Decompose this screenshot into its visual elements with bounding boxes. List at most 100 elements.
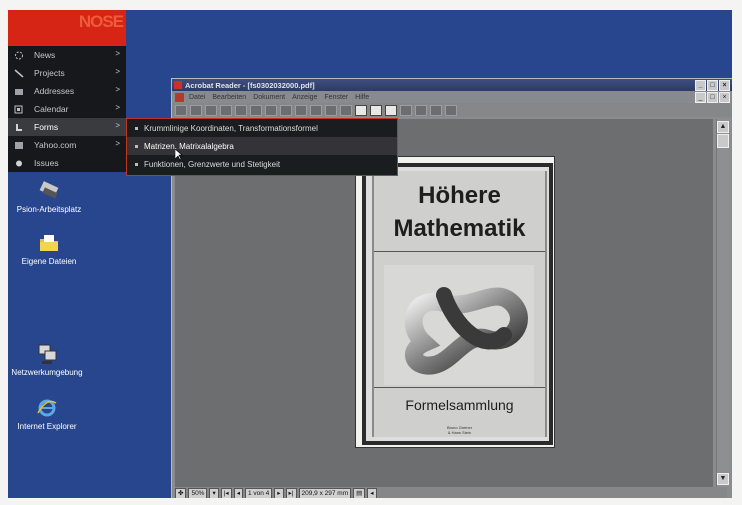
first-page-icon[interactable]: [265, 104, 277, 116]
folder-icon: [38, 232, 60, 254]
scroll-left-button[interactable]: ◂: [367, 487, 377, 498]
close-button[interactable]: ×: [719, 80, 730, 91]
menu-hilfe[interactable]: Hilfe: [355, 94, 369, 101]
knot-image: [384, 265, 534, 385]
prev-page-button[interactable]: ◂: [233, 487, 243, 498]
desktop-icon-ie[interactable]: Internet Explorer: [8, 397, 86, 431]
bullet-icon: [135, 126, 138, 130]
scroll-down-button[interactable]: ▼: [717, 473, 729, 485]
logo-text: NOSE: [78, 12, 124, 31]
desktop-icon-label: Eigene Dateien: [21, 257, 77, 266]
forward-icon[interactable]: [340, 104, 352, 116]
menu-item-news[interactable]: News >: [8, 46, 126, 64]
title-line-1: Höhere: [418, 182, 501, 209]
pdf-page: Höhere Mathematik Formelsammlung Bruno G…: [355, 156, 555, 448]
last-page-icon[interactable]: [310, 104, 322, 116]
doc-restore-button[interactable]: □: [707, 92, 718, 103]
menu-item-forms[interactable]: Forms >: [8, 118, 126, 136]
chevron-right-icon: >: [115, 85, 120, 94]
chevron-right-icon: >: [115, 49, 120, 58]
save-icon[interactable]: [205, 104, 217, 116]
menu-item-projects[interactable]: Projects >: [8, 64, 126, 82]
network-icon: [36, 343, 58, 365]
page-view-icon[interactable]: [445, 104, 457, 116]
zoom-field[interactable]: 50%: [188, 487, 208, 498]
forms-submenu: Krummlinige Koordinaten, Transformations…: [126, 118, 398, 176]
forms-icon: [16, 123, 22, 131]
document-authors: Bruno Greiner & Hans Stein: [374, 425, 545, 435]
document-title: Höhere Mathematik: [374, 179, 545, 245]
acrobat-app-icon: [174, 81, 182, 89]
back-icon[interactable]: [325, 104, 337, 116]
next-page-button[interactable]: ▸: [274, 487, 284, 498]
document-icon: [175, 92, 184, 102]
prev-page-icon[interactable]: [280, 104, 292, 116]
menu-dokument[interactable]: Dokument: [253, 94, 285, 101]
find-icon[interactable]: [400, 104, 412, 116]
acrobat-titlebar[interactable]: Acrobat Reader - [fs0302032000.pdf] _ □ …: [172, 79, 732, 91]
desktop-icon-netzwerk[interactable]: Netzwerkumgebung: [8, 343, 86, 377]
search-icon[interactable]: [415, 104, 427, 116]
minimize-button[interactable]: _: [695, 80, 706, 91]
menu-datei[interactable]: Datei: [189, 94, 205, 101]
zoom-dropdown-icon[interactable]: ▾: [209, 487, 219, 498]
yahoo-icon: [15, 141, 23, 149]
fit-page-icon[interactable]: [370, 104, 382, 116]
menu-item-issues[interactable]: Issues: [8, 154, 126, 172]
menu-fenster[interactable]: Fenster: [324, 94, 348, 101]
divider: [374, 251, 545, 252]
desktop: Psion-Arbeitsplatz Eigene Dateien Netzwe…: [8, 10, 732, 498]
hand-tool-icon[interactable]: [220, 104, 232, 116]
acrobat-toolbar: [172, 103, 732, 117]
bullet-icon: [135, 162, 138, 166]
desktop-icon-label: Internet Explorer: [17, 422, 77, 431]
menu-item-label: Yahoo.com: [34, 140, 77, 150]
submenu-item-funktionen[interactable]: Funktionen, Grenzwerte und Stetigkeit: [127, 155, 397, 173]
menu-anzeige[interactable]: Anzeige: [292, 94, 317, 101]
desktop-icon-label: Netzwerkumgebung: [11, 368, 83, 377]
submenu-item-matrizen[interactable]: Matrizen, Matrixalalgebra: [127, 137, 397, 155]
doc-close-button[interactable]: ×: [719, 92, 730, 103]
page-options-icon[interactable]: ✤: [175, 487, 187, 498]
maximize-button[interactable]: □: [707, 80, 718, 91]
authors-line-2: & Hans Stein: [447, 430, 472, 435]
window-title: Acrobat Reader - [fs0302032000.pdf]: [185, 80, 315, 90]
menu-item-label: Issues: [34, 158, 59, 168]
submenu-item-koordinaten[interactable]: Krummlinige Koordinaten, Transformations…: [127, 119, 397, 137]
chevron-right-icon: >: [115, 139, 120, 148]
page-indicator[interactable]: 1 von 4: [244, 487, 273, 498]
next-page-icon[interactable]: [295, 104, 307, 116]
ie-icon: [36, 397, 58, 419]
menu-item-yahoo[interactable]: Yahoo.com >: [8, 136, 126, 154]
scroll-thumb[interactable]: [717, 134, 729, 148]
submenu-item-label: Krummlinige Koordinaten, Transformations…: [144, 123, 318, 133]
doc-minimize-button[interactable]: _: [695, 92, 706, 103]
title-line-2: Mathematik: [393, 215, 526, 242]
print-icon[interactable]: [190, 104, 202, 116]
addresses-icon: [15, 88, 23, 95]
scroll-up-button[interactable]: ▲: [717, 121, 729, 133]
fit-width-icon[interactable]: [385, 104, 397, 116]
submenu-item-label: Matrizen, Matrixalalgebra: [144, 141, 234, 151]
first-page-button[interactable]: |◂: [220, 487, 232, 498]
desktop-icon-label: Psion-Arbeitsplatz: [16, 205, 82, 214]
menu-bearbeiten[interactable]: Bearbeiten: [212, 94, 246, 101]
menu-item-label: Calendar: [34, 104, 69, 114]
menu-item-label: News: [34, 50, 56, 60]
news-icon: [15, 51, 23, 59]
last-page-button[interactable]: ▸|: [285, 487, 297, 498]
menu-item-label: Projects: [34, 68, 65, 78]
text-select-icon[interactable]: [250, 104, 262, 116]
web-icon[interactable]: [430, 104, 442, 116]
open-icon[interactable]: [175, 104, 187, 116]
menu-item-addresses[interactable]: Addresses >: [8, 82, 126, 100]
desktop-icon-psion[interactable]: Psion-Arbeitsplatz: [10, 180, 88, 214]
actual-size-icon[interactable]: [355, 104, 367, 116]
menu-item-calendar[interactable]: Calendar >: [8, 100, 126, 118]
vertical-scrollbar[interactable]: ▲ ▼: [716, 119, 729, 487]
issues-icon: [16, 160, 22, 166]
zoom-tool-icon[interactable]: [235, 104, 247, 116]
layout-icon[interactable]: ▤: [353, 487, 366, 498]
desktop-icon-eigene-dateien[interactable]: Eigene Dateien: [10, 232, 88, 266]
divider: [374, 387, 545, 388]
